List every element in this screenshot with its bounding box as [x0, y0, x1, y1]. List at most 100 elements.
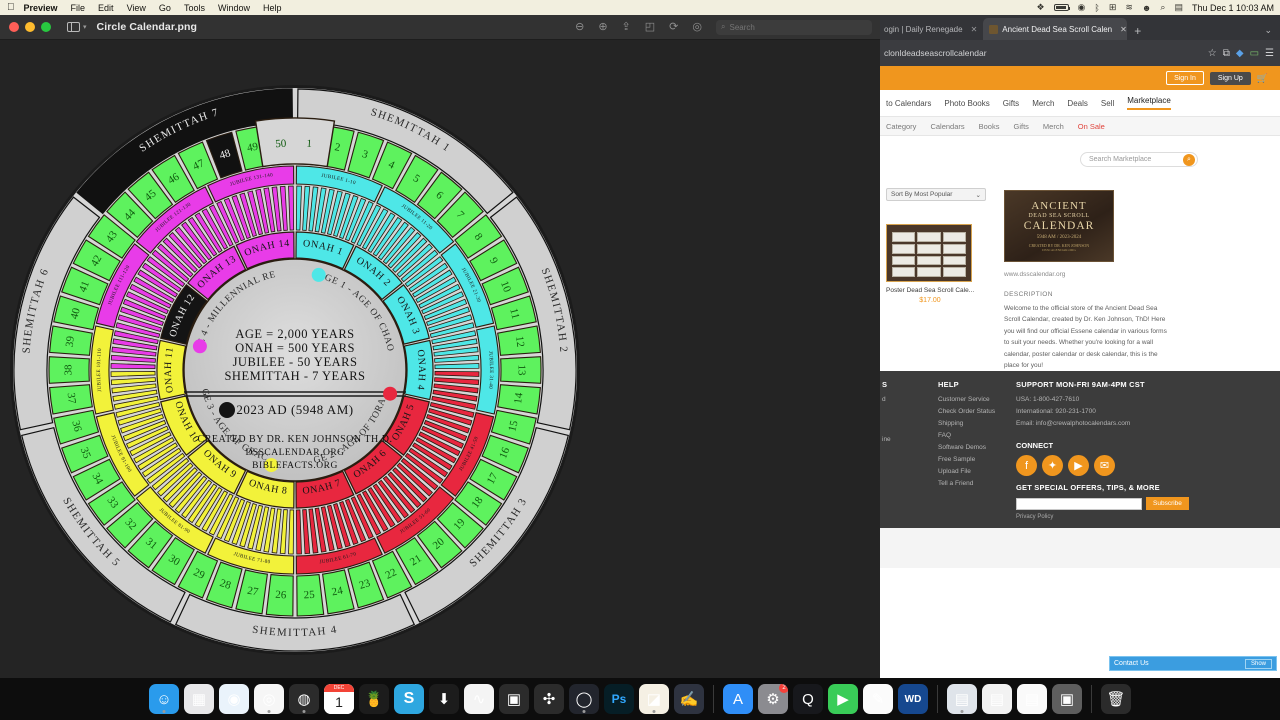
contact-us-show-button[interactable]: Show: [1244, 658, 1272, 669]
footer-email[interactable]: Email: info@crewalphotocalendars.com: [1016, 418, 1145, 430]
menu-item-preview[interactable]: Preview: [24, 3, 58, 13]
menubar-clock[interactable]: Thu Dec 1 10:03 AM: [1192, 3, 1274, 13]
twitter-icon[interactable]: ✦: [1042, 455, 1063, 477]
nav-sell[interactable]: Sell: [1101, 99, 1114, 108]
window-traffic-lights[interactable]: [0, 22, 51, 32]
url-input[interactable]: clonldeadseascrollcalendar: [884, 48, 1202, 58]
wifi-icon[interactable]: ≋: [1125, 2, 1133, 13]
control-center-icon[interactable]: ◉: [1078, 2, 1086, 13]
dock-item-document-pdf[interactable]: ▤: [982, 684, 1012, 714]
battery-icon[interactable]: [1053, 4, 1070, 11]
profile-icon[interactable]: ◆: [1236, 48, 1244, 59]
facebook-icon[interactable]: f: [1016, 455, 1037, 477]
menu-item-go[interactable]: Go: [159, 3, 171, 13]
browser-menu-icon[interactable]: ☰: [1265, 48, 1274, 59]
store-url-link[interactable]: www.dsscalendar.org: [1004, 271, 1274, 278]
footer-link-free-sample[interactable]: Free Sample: [938, 454, 1006, 466]
dock-item-facetime[interactable]: ▶: [828, 684, 858, 714]
newsletter-email-input[interactable]: [1016, 497, 1142, 510]
nav-marketplace[interactable]: Marketplace: [1127, 96, 1171, 110]
product-card[interactable]: Poster Dead Sea Scroll Cale... $17.00: [886, 224, 994, 304]
dock-item-safari[interactable]: ◉: [219, 684, 249, 714]
dock-item-finder[interactable]: ☺: [149, 684, 179, 714]
footer-about-item[interactable]: ine: [882, 434, 928, 446]
markup-icon[interactable]: ◰: [645, 21, 655, 33]
dock-item-trash[interactable]: 🗑: [1101, 684, 1131, 714]
contact-us-widget[interactable]: Contact Us Show: [1109, 656, 1277, 671]
nav-gifts[interactable]: Gifts: [1003, 99, 1019, 108]
siri-icon[interactable]: ▤: [1174, 2, 1183, 13]
dock-item-launchpad[interactable]: ▦: [184, 684, 214, 714]
footer-link-tell-a-friend[interactable]: Tell a Friend: [938, 478, 1006, 490]
minimize-window-button[interactable]: [25, 22, 35, 32]
close-tab-icon[interactable]: ✕: [1120, 25, 1127, 34]
search-icon[interactable]: ⌕: [1183, 153, 1195, 166]
extensions-icon[interactable]: ⧉: [1223, 48, 1230, 59]
subnav-books[interactable]: Books: [979, 122, 1000, 131]
cast-icon[interactable]: ▭: [1250, 48, 1259, 59]
youtube-icon[interactable]: ▶: [1068, 455, 1089, 477]
rotate-icon[interactable]: ⟳: [669, 21, 678, 33]
subnav-category[interactable]: Category: [886, 122, 916, 131]
dock-item-firefox[interactable]: ◍: [289, 684, 319, 714]
footer-link-customer-service[interactable]: Customer Service: [938, 394, 1006, 406]
dock-item-wondershare[interactable]: ◪: [639, 684, 669, 714]
dock-item-app-store[interactable]: A: [723, 684, 753, 714]
footer-link-check-order-status[interactable]: Check Order Status: [938, 406, 1006, 418]
close-window-button[interactable]: [9, 22, 19, 32]
dock-item-downloads[interactable]: ⬇: [429, 684, 459, 714]
nav-photo-books[interactable]: Photo Books: [944, 99, 989, 108]
close-tab-icon[interactable]: ✕: [971, 25, 978, 34]
nav-deals[interactable]: Deals: [1067, 99, 1087, 108]
tab-search-chevron-icon[interactable]: ⌄: [1264, 25, 1280, 40]
dock-item-notability[interactable]: ✍: [674, 684, 704, 714]
new-tab-button[interactable]: +: [1127, 24, 1148, 40]
dock-item-obs-studio[interactable]: ◯: [569, 684, 599, 714]
menu-item-help[interactable]: Help: [263, 3, 282, 13]
dock-item-davinci-resolve[interactable]: ✣: [534, 684, 564, 714]
preview-image-canvas[interactable]: SHEMITTAH 1 SHEMITTAH 2 SHEMITTAH 3 SHEMITT…: [0, 40, 880, 678]
dock-item-skype[interactable]: S: [394, 684, 424, 714]
marketplace-search-input[interactable]: Search Marketplace ⌕: [1080, 151, 1198, 167]
dock-item-notes[interactable]: ✎: [863, 684, 893, 714]
browser-tab-daily-renegade[interactable]: ogin | Daily Renegade ✕: [878, 18, 983, 40]
menu-item-view[interactable]: View: [127, 3, 146, 13]
dock-item-system-settings[interactable]: ⚙ 2: [758, 684, 788, 714]
zoom-out-icon[interactable]: ⊖: [575, 21, 584, 33]
menu-item-file[interactable]: File: [71, 3, 86, 13]
sign-up-button[interactable]: Sign Up: [1209, 71, 1251, 85]
dock-item-calendar[interactable]: DEC 1: [324, 684, 354, 714]
product-title[interactable]: Poster Dead Sea Scroll Cale...: [886, 287, 986, 294]
dock-item-preview[interactable]: ▤: [947, 684, 977, 714]
footer-link-upload-file[interactable]: Upload File: [938, 466, 1006, 478]
bookmark-star-icon[interactable]: ☆: [1208, 48, 1217, 59]
subnav-merch[interactable]: Merch: [1043, 122, 1064, 131]
maximize-window-button[interactable]: [41, 22, 51, 32]
dock-item-fruits[interactable]: 🍍: [359, 684, 389, 714]
product-thumbnail[interactable]: [886, 224, 972, 282]
dock-item-screenshot[interactable]: ▣: [1052, 684, 1082, 714]
footer-about-item[interactable]: d: [882, 394, 928, 406]
subscribe-button[interactable]: Subscribe: [1146, 497, 1189, 511]
nav-photo-calendars[interactable]: to Calendars: [886, 99, 931, 108]
footer-link-faq[interactable]: FAQ: [938, 430, 1006, 442]
apple-logo-icon[interactable]: : [7, 2, 15, 13]
annotate-icon[interactable]: ◎: [692, 21, 702, 33]
preview-search-input[interactable]: ⌕ Search: [716, 19, 872, 35]
menu-item-window[interactable]: Window: [218, 3, 250, 13]
share-icon[interactable]: ⇪: [622, 21, 631, 33]
menu-item-tools[interactable]: Tools: [184, 3, 205, 13]
sidebar-toggle-button[interactable]: ▾: [67, 22, 87, 32]
dock-item-final-cut-pro[interactable]: ▣: [499, 684, 529, 714]
footer-link-shipping[interactable]: Shipping: [938, 418, 1006, 430]
subnav-on-sale[interactable]: On Sale: [1078, 122, 1105, 131]
display-icon[interactable]: ⊞: [1109, 2, 1117, 13]
sort-by-select[interactable]: Sort By Most Popular ⌄: [886, 188, 986, 201]
dropbox-icon[interactable]: ❖: [1036, 2, 1044, 13]
subnav-calendars[interactable]: Calendars: [930, 122, 964, 131]
cart-icon[interactable]: 🛒: [1257, 73, 1268, 84]
user-account-icon[interactable]: ☻: [1142, 3, 1151, 13]
dock-item-quicktime[interactable]: Q: [793, 684, 823, 714]
dock-item-photoshop[interactable]: Ps: [604, 684, 634, 714]
spotlight-search-icon[interactable]: ⌕: [1160, 2, 1165, 13]
